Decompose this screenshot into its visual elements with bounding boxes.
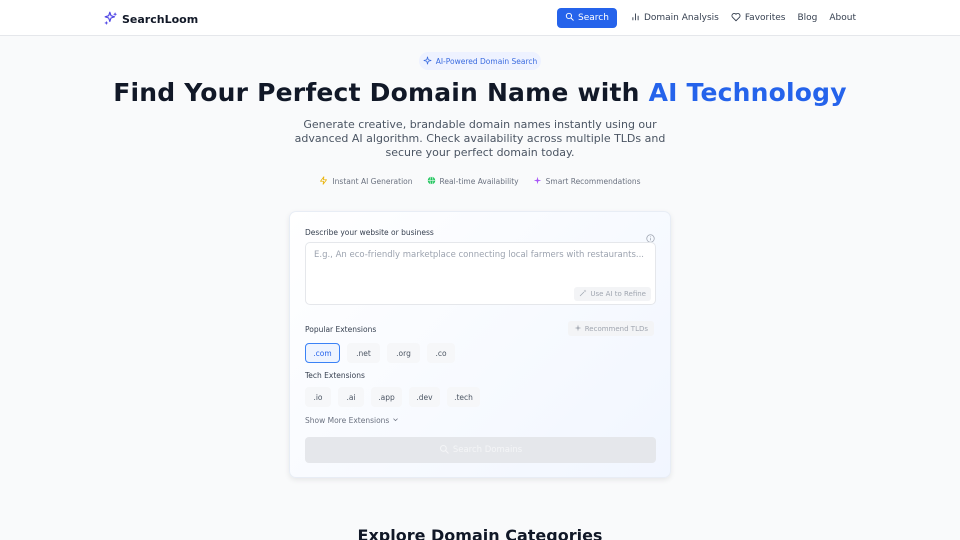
refine-label: Use AI to Refine (590, 290, 646, 298)
extension-chip-com[interactable]: .com (305, 343, 340, 363)
chevron-down-icon (392, 416, 399, 425)
nav-blog[interactable]: Blog (797, 13, 817, 23)
use-ai-to-refine-button[interactable]: Use AI to Refine (574, 287, 651, 301)
nav-favorites-label: Favorites (744, 13, 786, 23)
recommend-tlds-button[interactable]: Recommend TLDs (567, 321, 654, 336)
explore-categories-heading: Explore Domain Categories (357, 526, 603, 540)
recommend-label: Recommend TLDs (584, 324, 648, 333)
description-textarea[interactable]: E.g., An eco-friendly marketplace connec… (305, 242, 656, 305)
description-label: Describe your website or business (305, 228, 434, 237)
extension-chip-net[interactable]: .net (347, 343, 380, 363)
headline-accent: AI Technology (648, 78, 847, 107)
popular-extensions-label: Popular Extensions (305, 325, 377, 334)
popular-extensions-list: .com .net .org .co (305, 343, 455, 363)
feature-item: Instant AI Generation (319, 176, 413, 187)
sparkles-logo-icon (104, 10, 118, 29)
nav-domain-analysis-label: Domain Analysis (643, 13, 719, 23)
feature-label: Instant AI Generation (332, 177, 413, 186)
nav-search-label: Search (578, 13, 609, 23)
page-title: Find Your Perfect Domain Name with AI Te… (0, 78, 960, 107)
sparkles-icon (574, 324, 582, 334)
heart-icon (731, 12, 741, 25)
nav-blog-label: Blog (797, 13, 818, 23)
badge-label: AI-Powered Domain Search (435, 56, 538, 66)
feature-item: Real-time Availability (427, 176, 519, 187)
bar-chart-icon (631, 12, 640, 24)
show-more-label: Show More Extensions (305, 416, 390, 425)
show-more-extensions-button[interactable]: Show More Extensions (305, 416, 399, 425)
extension-chip-io[interactable]: .io (305, 387, 331, 407)
search-icon (565, 12, 574, 24)
tech-extensions-list: .io .ai .app .dev .tech (305, 387, 480, 407)
top-navigation-bar: SearchLoom Search Domain Analysis Favori… (0, 0, 960, 36)
domain-search-card: Describe your website or business E.g., … (289, 211, 671, 478)
brand-logo[interactable]: SearchLoom (104, 10, 198, 29)
search-icon (439, 444, 449, 457)
globe-icon (427, 176, 436, 187)
hero-description: Generate creative, brandable domain name… (294, 118, 666, 159)
headline-main: Find Your Perfect Domain Name with (113, 78, 649, 107)
nav-favorites[interactable]: Favorites (731, 12, 786, 25)
extension-chip-org[interactable]: .org (387, 343, 420, 363)
extension-chip-app[interactable]: .app (371, 387, 402, 407)
nav-about[interactable]: About (829, 13, 856, 23)
ai-powered-badge: AI-Powered Domain Search (419, 52, 541, 70)
lightning-icon (319, 176, 328, 187)
sparkles-icon (533, 176, 542, 187)
nav-about-label: About (829, 13, 856, 23)
feature-list: Instant AI Generation Real-time Availabi… (0, 176, 960, 187)
description-placeholder: E.g., An eco-friendly marketplace connec… (314, 250, 645, 260)
extension-chip-tech[interactable]: .tech (447, 387, 480, 407)
feature-label: Real-time Availability (439, 177, 519, 186)
feature-item: Smart Recommendations (533, 176, 641, 187)
nav-domain-analysis[interactable]: Domain Analysis (631, 12, 719, 24)
main-nav: Search Domain Analysis Favorites Blog Ab… (557, 8, 856, 28)
sparkles-icon (423, 56, 432, 67)
search-domains-label: Search Domains (452, 445, 523, 455)
brand-name: SearchLoom (122, 13, 199, 26)
extension-chip-dev[interactable]: .dev (409, 387, 440, 407)
feature-label: Smart Recommendations (545, 177, 641, 186)
nav-search-button[interactable]: Search (557, 8, 617, 28)
tech-extensions-label: Tech Extensions (305, 371, 365, 380)
magic-wand-icon (579, 289, 587, 299)
extension-chip-ai[interactable]: .ai (338, 387, 364, 407)
search-domains-button[interactable]: Search Domains (305, 437, 656, 463)
extension-chip-co[interactable]: .co (427, 343, 455, 363)
